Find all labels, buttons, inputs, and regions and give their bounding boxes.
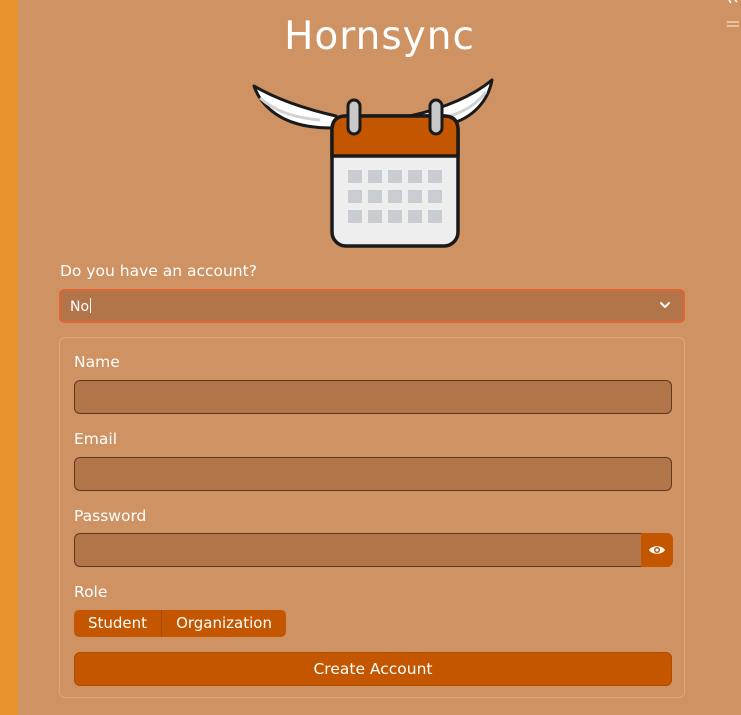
name-field[interactable] [74, 380, 672, 414]
name-label: Name [74, 353, 120, 371]
role-button-group: Student Organization [74, 610, 286, 637]
bull-horn-calendar-logo [252, 78, 494, 248]
create-account-button[interactable]: Create Account [74, 652, 672, 686]
chevron-down-icon [660, 302, 670, 308]
role-label: Role [74, 583, 108, 601]
role-organization-button[interactable]: Organization [161, 610, 286, 637]
text-cursor [90, 298, 92, 313]
eye-icon [649, 546, 665, 554]
account-select-value: No [70, 298, 92, 315]
app-title: Hornsync [284, 14, 475, 59]
signup-panel: Hornsync Do you have an account? No Name… [18, 0, 741, 715]
account-question-label: Do you have an account? [60, 262, 257, 280]
email-field[interactable] [74, 457, 672, 491]
account-select[interactable]: No [59, 289, 685, 323]
password-label: Password [74, 507, 147, 525]
role-student-button[interactable]: Student [74, 610, 162, 637]
password-visibility-toggle[interactable] [641, 533, 673, 567]
create-account-form: Name Email Password Role Student Organiz… [59, 337, 685, 698]
email-label: Email [74, 430, 118, 448]
password-field[interactable] [74, 533, 672, 567]
